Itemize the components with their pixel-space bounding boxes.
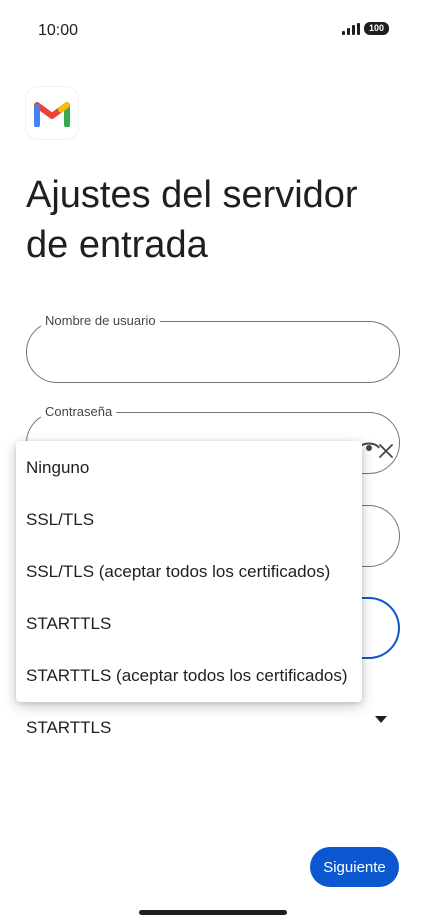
next-button[interactable]: Siguiente [310,847,399,887]
signal-icon [341,22,360,35]
menu-item-ssl-tls-all-certs[interactable]: SSL/TLS (aceptar todos los certificados) [16,546,362,598]
security-type-select[interactable]: STARTTLS [26,718,111,738]
close-icon[interactable] [374,439,398,463]
menu-item-starttls-all-certs[interactable]: STARTTLS (aceptar todos los certificados… [16,650,362,702]
home-indicator[interactable] [139,910,287,915]
menu-item-ssl-tls[interactable]: SSL/TLS [16,494,362,546]
password-label: Contraseña [41,404,117,419]
status-icons: 100 [341,22,389,35]
menu-item-starttls[interactable]: STARTTLS [16,598,362,650]
gmail-icon [34,102,70,127]
security-type-dropdown-menu: Ninguno SSL/TLS SSL/TLS (aceptar todos l… [16,441,362,702]
battery-icon: 100 [363,22,389,35]
menu-item-ninguno[interactable]: Ninguno [16,442,362,494]
page-title: Ajustes del servidor de entrada [26,174,358,266]
content-cutoff [0,737,425,757]
username-field[interactable]: Nombre de usuario [26,313,400,383]
username-label: Nombre de usuario [41,313,160,328]
status-bar: 10:00 100 [0,0,425,60]
dropdown-arrow-icon[interactable] [375,716,387,724]
status-time: 10:00 [38,22,79,39]
gmail-logo [26,87,78,139]
